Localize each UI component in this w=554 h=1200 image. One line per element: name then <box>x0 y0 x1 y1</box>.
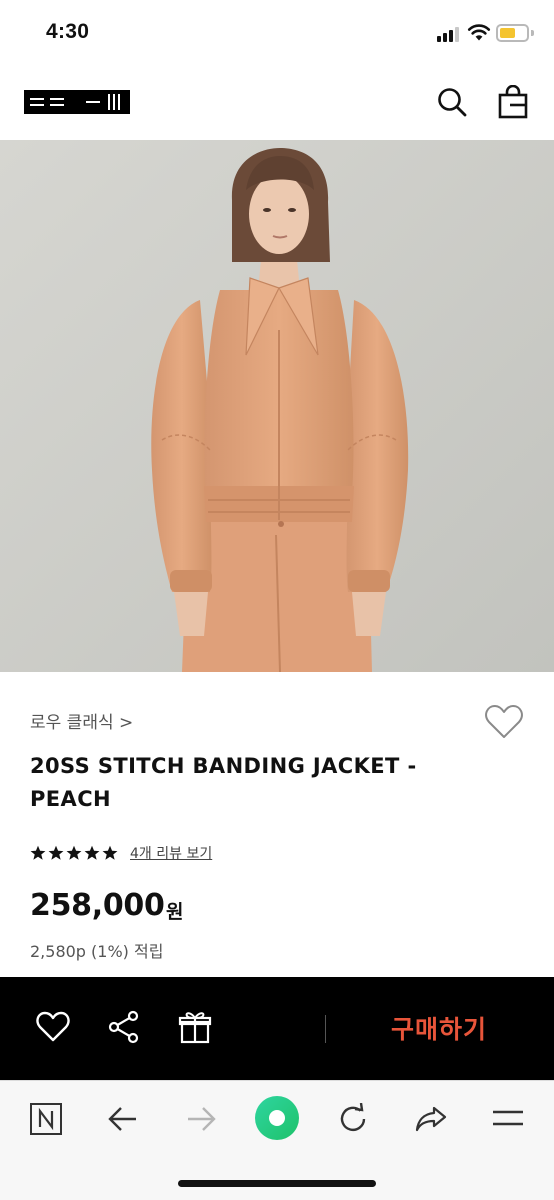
product-photo <box>0 140 554 672</box>
star-icon <box>66 845 82 860</box>
menu-icon[interactable] <box>488 1099 528 1139</box>
wishlist-heart-icon[interactable] <box>484 703 524 741</box>
star-icon <box>102 845 118 860</box>
wifi-icon <box>467 24 491 41</box>
reload-icon[interactable] <box>333 1099 373 1139</box>
status-bar: 4:30 <box>0 0 554 66</box>
action-divider <box>325 1015 326 1043</box>
buy-button[interactable]: 구매하기 <box>350 1005 528 1051</box>
cellular-signal-icon <box>437 26 461 42</box>
reward-points: 2,580p (1%) 적립 <box>30 942 164 961</box>
app-header <box>0 66 554 140</box>
star-icon <box>48 845 64 860</box>
gift-icon[interactable] <box>177 1009 213 1045</box>
product-hero-image[interactable] <box>0 140 554 672</box>
product-title: 20SS STITCH BANDING JACKET - PEACH <box>30 754 417 811</box>
share-arrow-icon[interactable] <box>411 1099 451 1139</box>
heart-icon[interactable] <box>35 1009 71 1045</box>
share-icon[interactable] <box>106 1009 142 1045</box>
battery-icon <box>496 24 529 42</box>
status-time: 4:30 <box>46 20 90 43</box>
brand-breadcrumb-link[interactable]: 로우 클래식 > <box>30 708 133 733</box>
rating-row: 4개 리뷰 보기 <box>30 842 212 864</box>
home-indicator <box>178 1180 376 1187</box>
price-currency: 원 <box>166 901 184 923</box>
search-icon[interactable] <box>435 84 469 120</box>
shopping-bag-icon[interactable] <box>496 84 530 120</box>
product-price: 258,000 <box>30 888 165 923</box>
review-link[interactable]: 4개 리뷰 보기 <box>130 843 212 863</box>
star-icon <box>30 845 46 860</box>
naver-n-icon[interactable] <box>26 1099 66 1139</box>
back-arrow-icon[interactable] <box>103 1099 143 1139</box>
green-home-icon[interactable] <box>254 1095 300 1141</box>
star-icon <box>84 845 100 860</box>
rating-stars <box>30 845 120 861</box>
brand-logo[interactable] <box>24 90 130 114</box>
forward-arrow-icon <box>181 1099 221 1139</box>
purchase-action-bar: 구매하기 <box>0 977 554 1080</box>
